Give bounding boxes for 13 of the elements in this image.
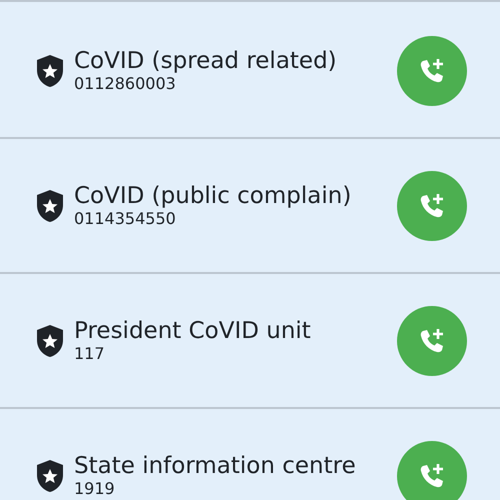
- contact-name: President CoVID unit: [74, 318, 312, 345]
- phone-number: 1919: [74, 480, 116, 498]
- phone-number: 0114354550: [74, 210, 177, 228]
- contact-name: CoVID (spread related): [74, 48, 338, 75]
- shield-star-icon: [37, 324, 63, 356]
- contact-name: State information centre: [74, 453, 357, 480]
- shield-star-icon: [37, 54, 63, 86]
- phone-number: 0112860003: [74, 75, 177, 93]
- shield-star-icon: [37, 190, 63, 222]
- add-call-button[interactable]: [397, 440, 467, 500]
- contact-name: CoVID (public complain): [74, 183, 352, 210]
- shield-star-icon: [37, 460, 63, 492]
- phone-number: 117: [74, 345, 106, 363]
